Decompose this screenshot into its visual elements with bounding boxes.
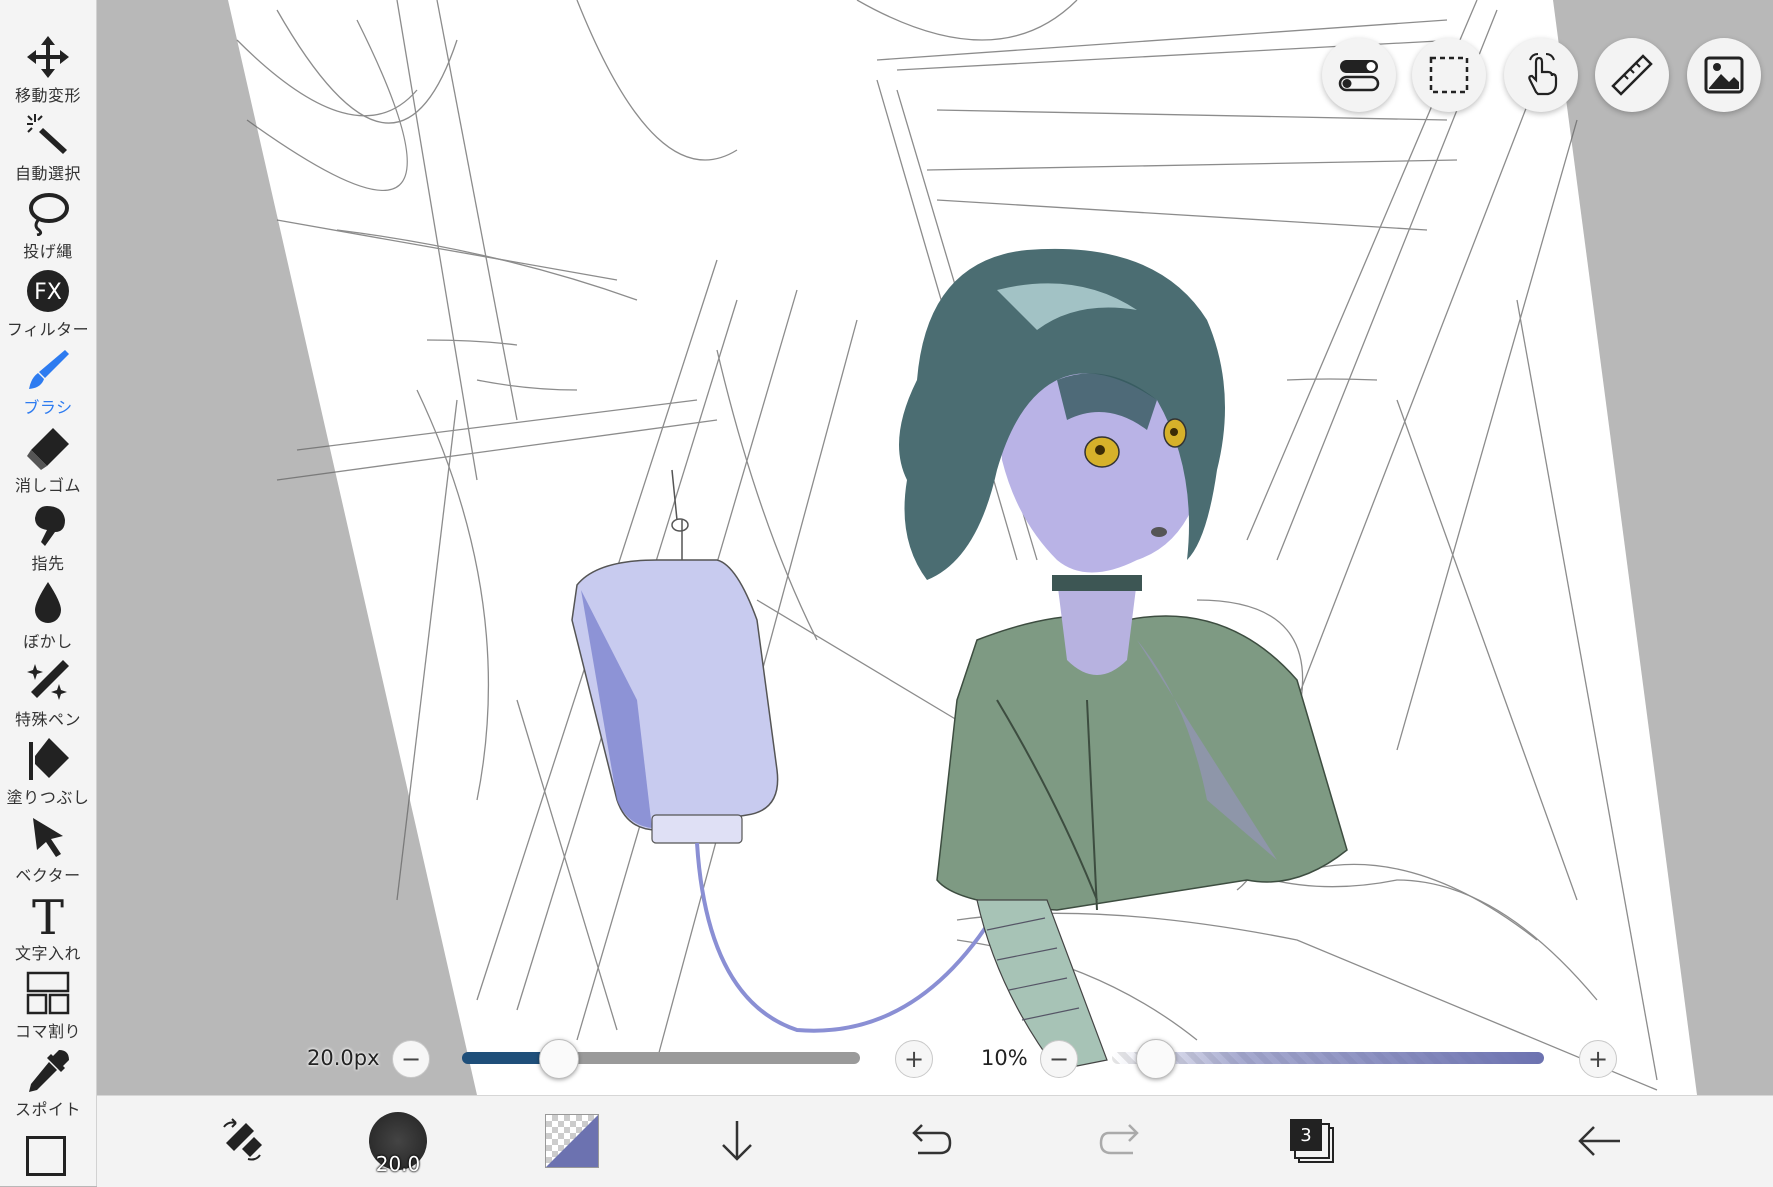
tool-finger[interactable]: 指先	[0, 498, 96, 576]
tool-special-pen[interactable]: 特殊ペン	[0, 654, 96, 732]
selection-rect-icon	[1429, 56, 1469, 94]
brush-size-thumb[interactable]	[538, 1039, 579, 1079]
brush-size-minus-button[interactable]: −	[392, 1040, 430, 1078]
cursor-arrow-icon	[33, 818, 63, 857]
lasso-icon	[29, 193, 69, 236]
undo-icon	[912, 1124, 952, 1155]
tool-label: ぼかし	[23, 632, 73, 651]
eyedropper-icon	[29, 1050, 69, 1092]
toggle-settings-button[interactable]	[1322, 38, 1396, 112]
ruler-button[interactable]	[1595, 38, 1669, 112]
tool-eraser[interactable]: 消しゴム	[0, 420, 96, 498]
tool-label: ブラシ	[23, 398, 73, 417]
eraser-icon	[27, 428, 69, 470]
tool-filter[interactable]: FX フィルター	[0, 264, 96, 342]
back-button[interactable]	[1565, 1106, 1635, 1176]
redo-button[interactable]	[1088, 1106, 1158, 1176]
redo-icon	[1099, 1124, 1139, 1155]
current-color-swatch	[545, 1114, 599, 1168]
tool-vector[interactable]: ベクター	[0, 810, 96, 888]
opacity-gradient	[1112, 1052, 1544, 1064]
tool-label: 特殊ペン	[14, 710, 81, 729]
touch-mode-button[interactable]	[1504, 38, 1578, 112]
ruler-icon	[1611, 54, 1653, 96]
tool-label: 自動選択	[14, 164, 81, 183]
tool-label: 指先	[31, 554, 65, 573]
plus-icon: +	[903, 1045, 925, 1073]
tool-label: フィルター	[6, 320, 90, 339]
finger-icon	[35, 506, 65, 546]
arrow-down-icon	[722, 1121, 752, 1161]
plus-icon: +	[1587, 1045, 1609, 1073]
tool-auto-select[interactable]: 自動選択	[0, 108, 96, 186]
hand-touch-icon	[1528, 53, 1558, 96]
undo-button[interactable]	[893, 1106, 963, 1176]
toggle-icon	[1338, 60, 1380, 92]
brush-size-plus-button[interactable]: +	[895, 1040, 933, 1078]
brush-preview-label: 20.0	[375, 1152, 421, 1176]
magic-wand-icon	[27, 114, 67, 154]
brush-size-label: 20.0px	[307, 1046, 380, 1070]
brush-icon	[29, 350, 69, 389]
tool-fill[interactable]: 塗りつぶし	[0, 732, 96, 810]
layer-frame-icon[interactable]	[26, 1136, 66, 1176]
panel-divide-icon	[26, 971, 70, 1015]
drop-icon	[35, 582, 61, 623]
tool-label: 投げ縄	[23, 242, 73, 261]
tool-sidebar: 移動変形 自動選択 投げ縄 FX フィルター ブラシ 消しゴム 指先 ぼかし 特…	[0, 0, 97, 1186]
color-fill	[546, 1115, 598, 1167]
arrow-left-icon	[1578, 1126, 1620, 1156]
reference-image-button[interactable]	[1687, 38, 1761, 112]
tool-frame[interactable]: コマ割り	[0, 966, 96, 1044]
tool-brush[interactable]: ブラシ	[0, 342, 96, 420]
tool-label: 移動変形	[14, 86, 81, 105]
tool-label: ベクター	[15, 866, 81, 885]
opacity-plus-button[interactable]: +	[1579, 1040, 1617, 1078]
move-arrows-icon	[27, 36, 69, 78]
text-t-icon: T	[32, 892, 64, 938]
selection-button[interactable]	[1412, 38, 1486, 112]
brush-size-preview-button[interactable]: 20.0	[363, 1106, 433, 1176]
minus-icon: −	[1048, 1045, 1070, 1073]
swap-tool-button[interactable]	[207, 1106, 277, 1176]
artwork-canvas[interactable]	[97, 0, 1773, 1095]
tool-lasso[interactable]: 投げ縄	[0, 186, 96, 264]
bottom-toolbar: 20.0 3	[97, 1095, 1773, 1187]
tool-label: 消しゴム	[14, 476, 81, 495]
tool-label: スポイト	[14, 1100, 81, 1119]
text-t-glyph: T	[32, 892, 64, 938]
fill-bucket-icon	[29, 738, 69, 780]
swap-tools-icon	[223, 1118, 262, 1161]
tool-eyedropper[interactable]: スポイト	[0, 1044, 96, 1122]
image-icon	[1704, 56, 1744, 94]
tool-label: 塗りつぶし	[6, 788, 90, 807]
tool-label: コマ割り	[14, 1022, 81, 1041]
minus-icon: −	[400, 1045, 422, 1073]
tool-move-transform[interactable]: 移動変形	[0, 30, 96, 108]
opacity-thumb[interactable]	[1136, 1039, 1177, 1079]
opacity-label: 10%	[981, 1046, 1028, 1070]
sparkle-pen-icon	[27, 660, 69, 700]
brush-dot-icon: 20.0	[369, 1112, 427, 1176]
layer-count: 3	[1290, 1119, 1322, 1151]
opacity-minus-button[interactable]: −	[1040, 1040, 1078, 1078]
layers-button[interactable]: 3	[1277, 1106, 1347, 1176]
tool-blur[interactable]: ぼかし	[0, 576, 96, 654]
drawing-canvas[interactable]	[97, 0, 1773, 1095]
layers-stack-icon: 3	[1290, 1119, 1334, 1163]
tool-label: 文字入れ	[14, 944, 81, 963]
fx-icon: FX	[27, 270, 69, 312]
color-picker-button[interactable]	[537, 1106, 607, 1176]
fx-icon-text: FX	[34, 280, 62, 305]
tool-text[interactable]: T 文字入れ	[0, 888, 96, 966]
layer-transfer-down-button[interactable]	[702, 1106, 772, 1176]
